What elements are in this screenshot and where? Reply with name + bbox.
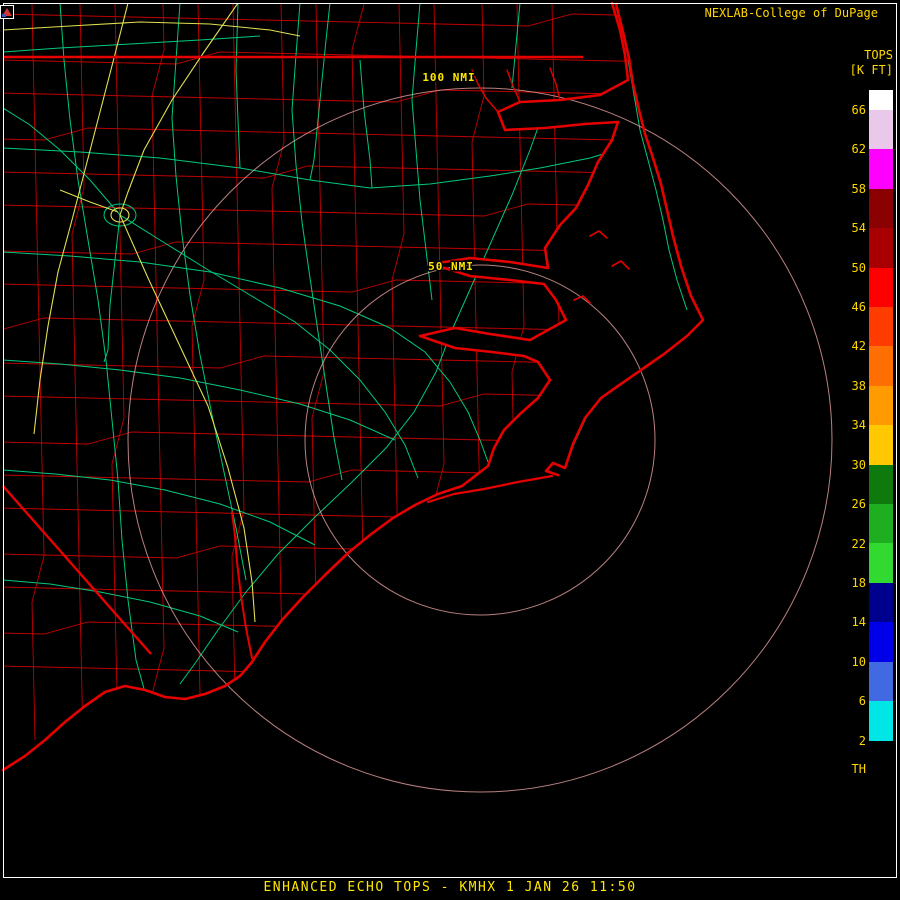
county-line: [512, 4, 524, 740]
highway: [3, 148, 616, 188]
county-line: [0, 622, 660, 634]
coastline-mainland: [3, 3, 628, 770]
credit-text: NEXLAB-College of DuPage: [705, 6, 878, 20]
colorbar-segment: [869, 189, 893, 228]
county-line: [0, 660, 660, 672]
highway: [3, 252, 488, 462]
colorbar-segment: [869, 425, 893, 464]
county-line: [0, 280, 660, 292]
county-line: [0, 508, 660, 520]
county-line: [0, 356, 660, 368]
interstate: [3, 22, 300, 36]
highway: [292, 3, 342, 480]
county-line: [472, 4, 484, 740]
county-line: [0, 546, 660, 558]
highway: [310, 3, 330, 180]
nexlab-logo-icon: [0, 5, 14, 19]
county-line: [152, 4, 164, 740]
interstate: [60, 190, 118, 212]
county-line: [192, 4, 204, 740]
range-ring-label-50: 50 NMI: [428, 260, 474, 273]
colorbar-segment: [869, 701, 893, 740]
county-line: [0, 166, 660, 178]
county-line: [0, 470, 660, 482]
radar-map: 100 NMI 50 NMI: [0, 0, 900, 900]
highway: [120, 215, 418, 478]
county-line: [0, 204, 660, 216]
colorbar-title: TOPS: [864, 48, 893, 62]
state-border-lines: [3, 57, 583, 654]
colorbar-segment: [869, 149, 893, 188]
county-line: [0, 242, 660, 254]
county-line: [392, 4, 404, 740]
sound-island: [612, 261, 629, 269]
coastline-bogue-banks: [428, 476, 552, 502]
highway: [236, 3, 240, 168]
colorbar-segment: [869, 543, 893, 582]
highway: [60, 3, 146, 696]
range-ring-label-100: 100 NMI: [422, 71, 475, 84]
highway: [566, 398, 600, 466]
colorbar-units: [K FT]: [850, 63, 893, 77]
caption: ENHANCED ECHO TOPS - KMHX 1 JAN 26 11:50: [0, 880, 900, 895]
colorbar-segment: [869, 110, 893, 149]
county-line: [552, 4, 564, 740]
county-line: [112, 4, 124, 740]
colorbar-segment: [869, 386, 893, 425]
county-line: [0, 128, 660, 140]
colorbar-segment: [869, 346, 893, 385]
colorbar-segment: [869, 90, 893, 110]
coastline-outer-banks: [546, 4, 703, 475]
highway: [412, 3, 432, 300]
colorbar-segment: [869, 307, 893, 346]
county-line: [0, 394, 660, 406]
sound-island: [590, 231, 607, 238]
highway: [3, 36, 260, 52]
colorbar-segment: [869, 662, 893, 701]
colorbar-segment: [869, 504, 893, 543]
county-line: [0, 432, 660, 444]
colorbar-segment: [869, 741, 893, 780]
interstate: [120, 3, 238, 215]
highway: [3, 108, 120, 215]
highway: [104, 215, 120, 362]
frame-border: [4, 4, 897, 878]
colorbar-segment: [869, 228, 893, 267]
cape-fear-river: [232, 512, 252, 658]
county-line: [352, 4, 364, 740]
county-line: [72, 4, 84, 740]
colorbar-segment: [869, 583, 893, 622]
county-line: [312, 4, 324, 740]
colorbar-segment: [869, 465, 893, 504]
colorbar-segment: [869, 622, 893, 661]
highways-green-banks: [566, 60, 687, 466]
highway: [180, 108, 545, 684]
highway: [3, 360, 395, 440]
colorbar-segment: [869, 268, 893, 307]
county-line: [32, 4, 44, 740]
highway: [360, 60, 372, 188]
coastline: [3, 3, 703, 770]
colorbar: [869, 90, 893, 780]
radar-screen: 100 NMI 50 NMI NEXLAB-College of DuPage …: [0, 0, 900, 900]
